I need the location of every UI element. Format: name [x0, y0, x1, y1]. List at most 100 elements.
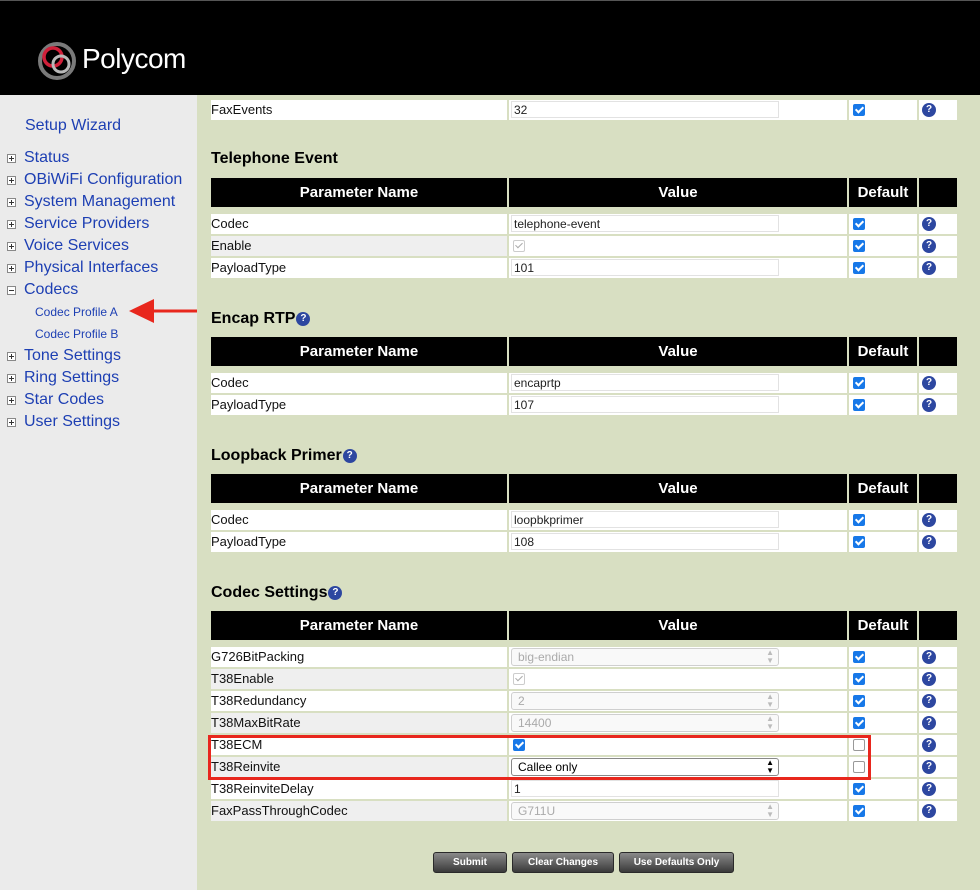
sidebar-item-label[interactable]: Voice Services — [24, 237, 129, 255]
help-icon[interactable]: ? — [922, 535, 936, 549]
submit-button[interactable]: Submit — [433, 852, 507, 873]
expand-plus-icon[interactable] — [7, 241, 16, 251]
help-icon[interactable]: ? — [922, 672, 936, 686]
help-icon[interactable]: ? — [922, 760, 936, 774]
value-input[interactable]: encaprtp — [511, 374, 779, 391]
value-input[interactable]: telephone-event — [511, 215, 779, 232]
sidebar-item-system-management[interactable]: System Management — [7, 192, 175, 212]
section-title-text: Encap RTP — [211, 310, 296, 327]
sidebar-item-star-codes[interactable]: Star Codes — [7, 390, 104, 410]
sidebar-item-user-settings[interactable]: User Settings — [7, 412, 120, 432]
sidebar-item-ring-settings[interactable]: Ring Settings — [7, 368, 119, 388]
sidebar-item-tone-settings[interactable]: Tone Settings — [7, 346, 121, 366]
table-header: Parameter Name Value Default — [211, 178, 957, 207]
param-name: T38Redundancy — [211, 691, 507, 711]
default-checkbox[interactable] — [853, 717, 865, 729]
sidebar-item-label[interactable]: Star Codes — [24, 391, 104, 409]
t38ecm-checkbox[interactable] — [513, 739, 525, 751]
help-icon[interactable]: ? — [922, 239, 936, 253]
value-select[interactable]: big-endian ▲ ▼ — [511, 648, 779, 666]
setup-wizard-link[interactable]: Setup Wizard — [25, 117, 121, 135]
sidebar-item-label[interactable]: Tone Settings — [24, 347, 121, 365]
default-checkbox[interactable] — [853, 399, 865, 411]
value-input[interactable]: loopbkprimer — [511, 511, 779, 528]
help-icon[interactable]: ? — [922, 103, 936, 117]
help-icon[interactable]: ? — [922, 376, 936, 390]
default-checkbox[interactable] — [853, 761, 865, 773]
help-icon[interactable]: ? — [922, 738, 936, 752]
default-cell — [849, 395, 917, 415]
sidebar-item-label[interactable]: User Settings — [24, 413, 120, 431]
help-icon[interactable]: ? — [922, 217, 936, 231]
default-checkbox[interactable] — [853, 739, 865, 751]
sidebar-item-label[interactable]: Physical Interfaces — [24, 259, 158, 277]
table-row: Enable ? — [211, 236, 957, 256]
collapse-minus-icon[interactable] — [7, 285, 16, 295]
expand-plus-icon[interactable] — [7, 175, 16, 185]
sidebar-subitem-codec-profile-a[interactable]: Codec Profile A — [35, 305, 118, 319]
default-checkbox[interactable] — [853, 536, 865, 548]
sidebar-item-service-providers[interactable]: Service Providers — [7, 214, 149, 234]
section-title-text: Loopback Primer — [211, 447, 342, 464]
help-icon[interactable]: ? — [922, 716, 936, 730]
value-input[interactable]: 1 — [511, 780, 779, 797]
sidebar-item-physical-interfaces[interactable]: Physical Interfaces — [7, 258, 158, 278]
sidebar-item-label[interactable]: Codecs — [24, 281, 78, 299]
help-icon[interactable]: ? — [922, 513, 936, 527]
default-checkbox[interactable] — [853, 651, 865, 663]
t38reinvite-select[interactable]: Callee only ▲ ▼ — [511, 758, 779, 776]
help-icon[interactable]: ? — [296, 312, 311, 326]
expand-plus-icon[interactable] — [7, 153, 16, 163]
value-input[interactable]: 107 — [511, 396, 779, 413]
expand-plus-icon[interactable] — [7, 219, 16, 229]
default-checkbox[interactable] — [853, 262, 865, 274]
help-icon[interactable]: ? — [342, 449, 357, 463]
help-icon[interactable]: ? — [922, 782, 936, 796]
expand-plus-icon[interactable] — [7, 417, 16, 427]
sidebar-item-label[interactable]: Status — [24, 149, 69, 167]
select-value: Callee only — [518, 760, 578, 774]
default-checkbox[interactable] — [853, 673, 865, 685]
default-checkbox[interactable] — [853, 783, 865, 795]
sidebar-item-obiwifi-configuration[interactable]: OBiWiFi Configuration — [7, 170, 182, 190]
expand-plus-icon[interactable] — [7, 395, 16, 405]
help-icon[interactable]: ? — [922, 694, 936, 708]
sidebar-subitem-codec-profile-b[interactable]: Codec Profile B — [35, 327, 118, 341]
expand-plus-icon[interactable] — [7, 263, 16, 273]
default-checkbox[interactable] — [853, 805, 865, 817]
clear-changes-button[interactable]: Clear Changes — [512, 852, 614, 873]
default-checkbox[interactable] — [853, 104, 865, 116]
expand-plus-icon[interactable] — [7, 197, 16, 207]
sidebar-item-label[interactable]: OBiWiFi Configuration — [24, 171, 182, 189]
value-input[interactable]: 101 — [511, 259, 779, 276]
help-icon[interactable]: ? — [922, 650, 936, 664]
value-input[interactable]: 108 — [511, 533, 779, 550]
help-icon[interactable]: ? — [922, 261, 936, 275]
value-select[interactable]: 2 ▲ ▼ — [511, 692, 779, 710]
sidebar-item-label[interactable]: Service Providers — [24, 215, 149, 233]
sidebar-item-label[interactable]: Ring Settings — [24, 369, 119, 387]
table-header: Parameter Name Value Default — [211, 611, 957, 640]
value-cell — [509, 236, 847, 256]
use-defaults-only-button[interactable]: Use Defaults Only — [619, 852, 734, 873]
value-input[interactable]: 32 — [511, 101, 779, 118]
value-checkbox[interactable] — [513, 673, 525, 685]
default-checkbox[interactable] — [853, 514, 865, 526]
sidebar-item-codecs[interactable]: Codecs — [7, 280, 78, 300]
sidebar-item-voice-services[interactable]: Voice Services — [7, 236, 129, 256]
expand-plus-icon[interactable] — [7, 373, 16, 383]
default-checkbox[interactable] — [853, 218, 865, 230]
expand-plus-icon[interactable] — [7, 351, 16, 361]
enable-checkbox[interactable] — [513, 240, 525, 252]
default-checkbox[interactable] — [853, 377, 865, 389]
value-select[interactable]: G711U ▲ ▼ — [511, 802, 779, 820]
help-icon[interactable]: ? — [922, 398, 936, 412]
help-icon[interactable]: ? — [922, 804, 936, 818]
value-select[interactable]: 14400 ▲ ▼ — [511, 714, 779, 732]
help-icon[interactable]: ? — [328, 586, 343, 600]
default-cell — [849, 510, 917, 530]
sidebar-item-status[interactable]: Status — [7, 148, 69, 168]
default-checkbox[interactable] — [853, 240, 865, 252]
sidebar-item-label[interactable]: System Management — [24, 193, 175, 211]
default-checkbox[interactable] — [853, 695, 865, 707]
